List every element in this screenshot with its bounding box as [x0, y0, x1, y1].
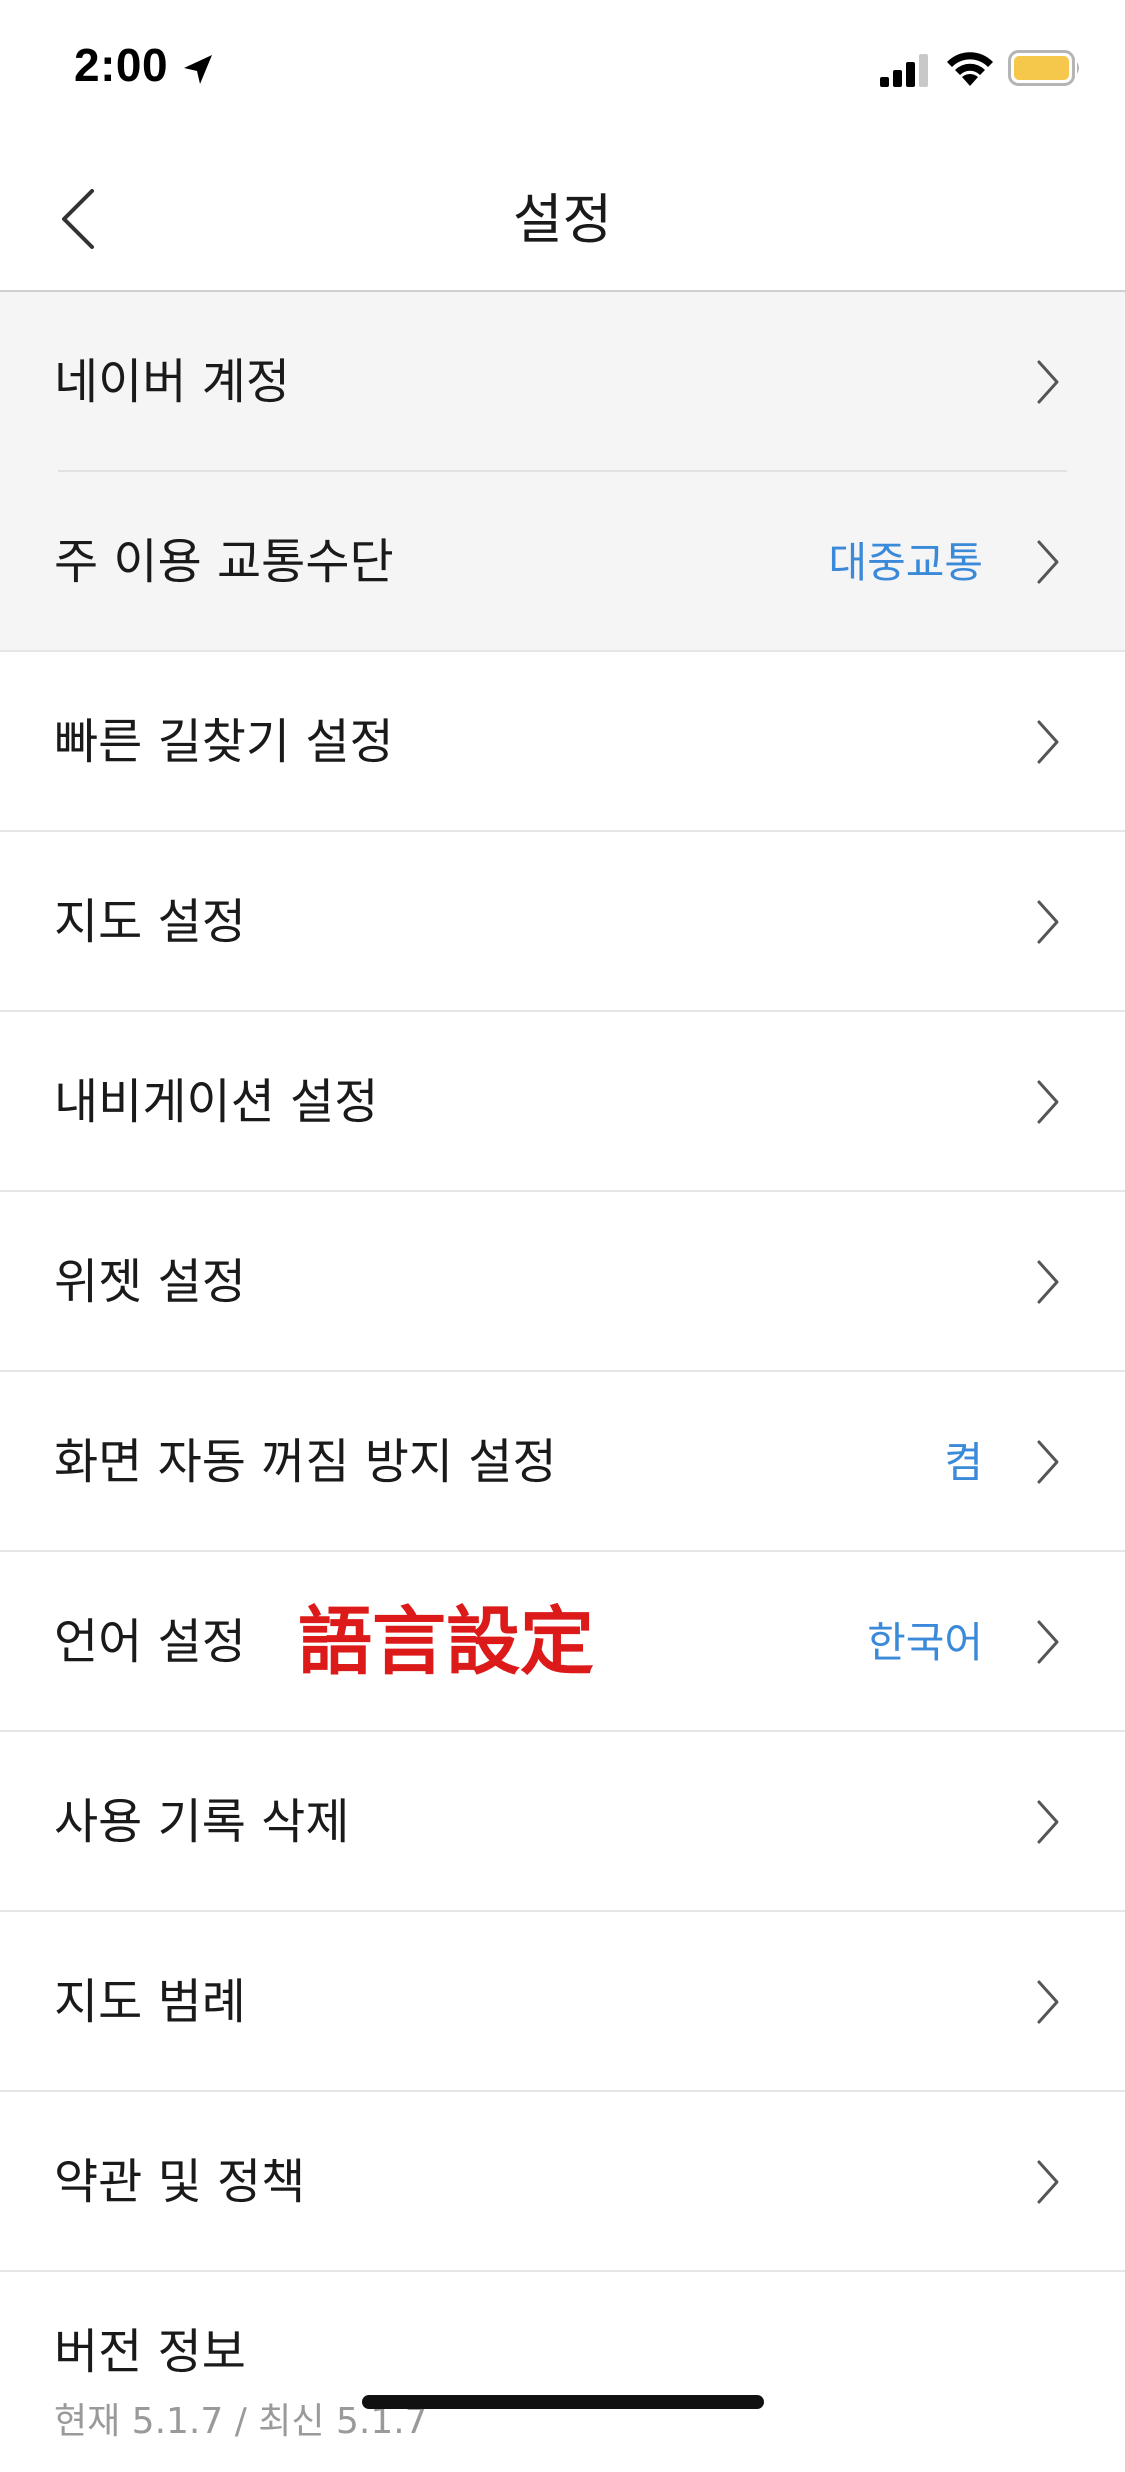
setting-row-main-transport[interactable]: 주 이용 교통수단 대중교통 [0, 472, 1125, 652]
home-indicator[interactable] [362, 2395, 764, 2409]
setting-row-map[interactable]: 지도 설정 [0, 832, 1125, 1012]
setting-row-widget[interactable]: 위젯 설정 [0, 1192, 1125, 1372]
chevron-right-icon [1037, 2160, 1059, 2204]
wifi-icon [947, 52, 993, 86]
setting-label: 화면 자동 꺼짐 방지 설정 [54, 1434, 557, 1490]
chevron-right-icon [1037, 1080, 1059, 1124]
setting-label: 빠른 길찾기 설정 [54, 714, 394, 770]
chevron-right-icon [1037, 1440, 1059, 1484]
chevron-right-icon [1037, 900, 1059, 944]
chevron-right-icon [1037, 1980, 1059, 2024]
setting-row-screen-timeout[interactable]: 화면 자동 꺼짐 방지 설정 켬 [0, 1372, 1125, 1552]
chevron-right-icon [1037, 540, 1059, 584]
setting-label: 사용 기록 삭제 [54, 1794, 350, 1850]
setting-value: 한국어 [867, 1618, 983, 1667]
setting-row-navigation[interactable]: 내비게이션 설정 [0, 1012, 1125, 1192]
chevron-right-icon [1037, 360, 1059, 404]
chevron-right-icon [1037, 1800, 1059, 1844]
version-info: 버전 정보 현재 5.1.7 / 최신 5.1.7 [0, 2272, 1125, 2472]
nav-bar: 설정 [0, 135, 1125, 292]
chevron-right-icon [1037, 1620, 1059, 1664]
setting-value: 대중교통 [828, 538, 983, 587]
setting-value: 켬 [944, 1438, 983, 1487]
setting-row-naver-account[interactable]: 네이버 계정 [0, 292, 1125, 472]
setting-label: 지도 범례 [54, 1974, 246, 2030]
status-bar: 2:00 [0, 0, 1125, 135]
battery-icon [1008, 50, 1079, 86]
setting-label: 언어 설정 [54, 1614, 246, 1670]
setting-label: 내비게이션 설정 [54, 1074, 379, 1130]
setting-row-language[interactable]: 언어 설정 語言設定 한국어 [0, 1552, 1125, 1732]
location-arrow-icon [184, 55, 212, 84]
setting-row-quick-route[interactable]: 빠른 길찾기 설정 [0, 652, 1125, 832]
setting-row-map-legend[interactable]: 지도 범례 [0, 1912, 1125, 2092]
setting-label: 지도 설정 [54, 894, 246, 950]
setting-label: 주 이용 교통수단 [54, 534, 394, 590]
settings-list: 네이버 계정 주 이용 교통수단 대중교통 빠른 길찾기 설정 지도 설정 내비… [0, 292, 1125, 2472]
setting-label: 네이버 계정 [54, 354, 291, 410]
status-time: 2:00 [74, 39, 169, 91]
setting-label: 약관 및 정책 [54, 2154, 306, 2210]
language-annotation: 語言設定 [298, 1599, 594, 1685]
chevron-right-icon [1037, 720, 1059, 764]
setting-row-clear-history[interactable]: 사용 기록 삭제 [0, 1732, 1125, 1912]
version-label: 버전 정보 [54, 2324, 246, 2380]
setting-label: 위젯 설정 [54, 1254, 246, 1310]
cellular-signal-icon [880, 54, 928, 87]
chevron-right-icon [1037, 1260, 1059, 1304]
page-title: 설정 [512, 188, 613, 251]
setting-row-terms[interactable]: 약관 및 정책 [0, 2092, 1125, 2272]
